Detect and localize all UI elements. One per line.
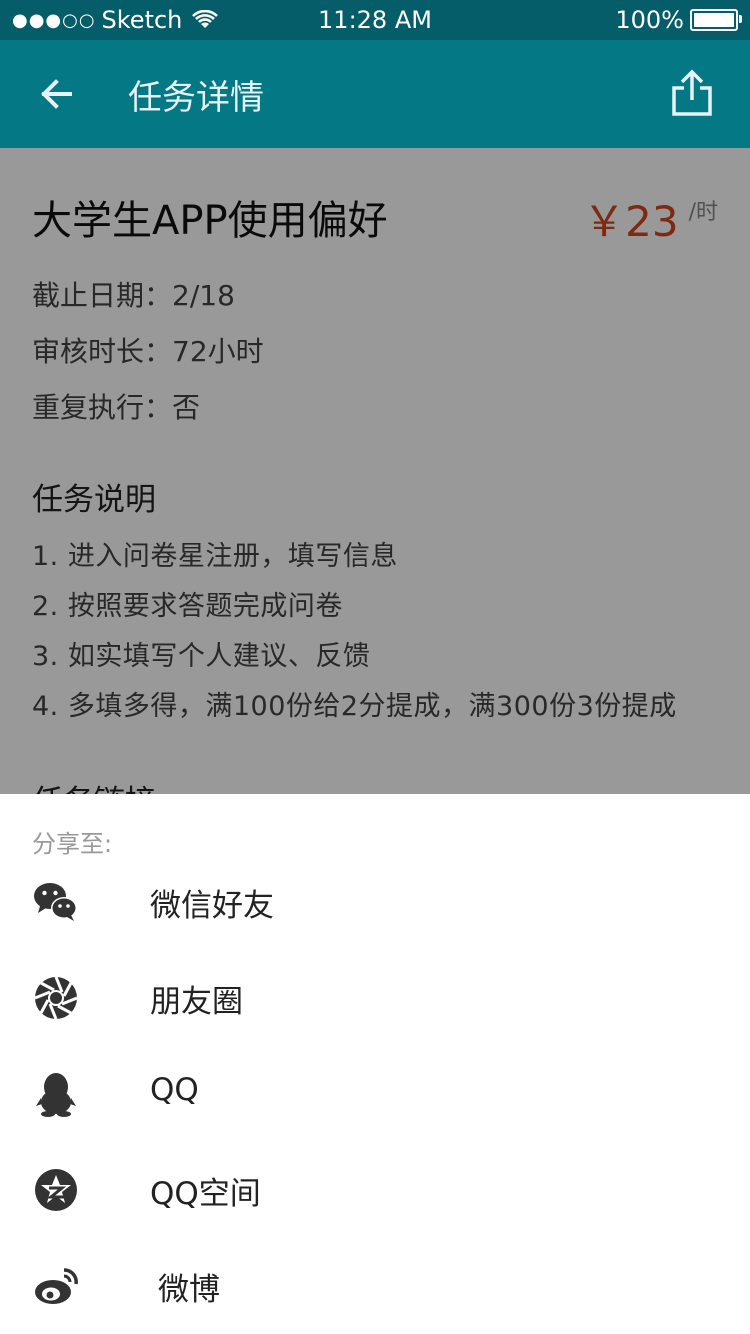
share-item-label: 微博 <box>158 1272 220 1308</box>
status-bar: ●●●○○ Sketch 11:28 AM 100% <box>0 0 750 40</box>
share-icon[interactable] <box>670 68 714 118</box>
qq-icon <box>36 1073 76 1117</box>
share-item-label: 微信好友 <box>150 888 274 924</box>
nav-bar: 任务详情 <box>0 40 750 148</box>
share-moments[interactable]: 朋友圈 <box>0 958 750 1038</box>
share-wechat-friend[interactable]: 微信好友 <box>0 862 750 942</box>
qzone-icon <box>35 1169 77 1211</box>
battery-percent: 100% <box>615 6 684 34</box>
page-title: 任务详情 <box>128 78 264 118</box>
moments-icon <box>34 976 78 1020</box>
share-item-label: QQ空间 <box>150 1176 261 1212</box>
back-arrow-icon[interactable] <box>36 72 80 116</box>
share-weibo[interactable]: 微博 <box>0 1246 750 1326</box>
wechat-icon <box>34 883 77 921</box>
dim-overlay[interactable] <box>0 148 750 794</box>
share-item-label: QQ <box>150 1072 199 1108</box>
share-qzone[interactable]: QQ空间 <box>0 1150 750 1230</box>
share-qq[interactable]: QQ <box>0 1054 750 1134</box>
battery-status: 100% <box>615 6 742 34</box>
weibo-icon <box>35 1268 78 1304</box>
share-sheet: 分享至: 微信好友 朋友圈 QQ QQ空间 微博 <box>0 794 750 1334</box>
share-item-label: 朋友圈 <box>150 984 243 1020</box>
battery-icon <box>690 9 742 31</box>
share-sheet-label: 分享至: <box>32 830 113 858</box>
